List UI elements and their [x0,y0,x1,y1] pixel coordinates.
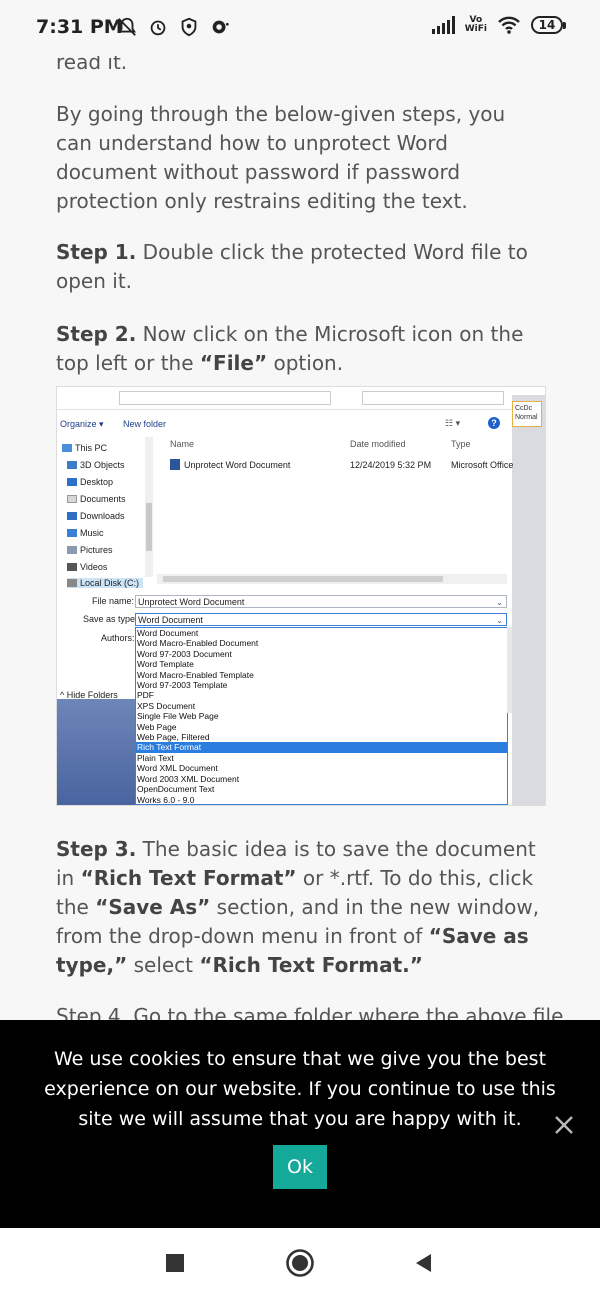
background-word-window: CcDc Normal [512,395,545,805]
music-icon [67,529,77,537]
col-type: Type [451,439,471,449]
cookie-banner: We use cookies to ensure that we give yo… [0,1020,600,1228]
dialog-edge [507,627,512,713]
step-label: Step 3. [56,837,137,861]
cookie-ok-button[interactable]: Ok [273,1145,327,1189]
file-date: 12/24/2019 5:32 PM [350,460,432,470]
dropdown-option: Word Document [137,628,199,638]
vowifi-icon: Vo WiFi [464,15,487,34]
home-button[interactable] [285,1248,315,1278]
file-name: Unprotect Word Document [184,459,291,470]
cube-icon [67,461,77,469]
nav-item: Pictures [80,545,113,555]
file-type: Microsoft Office [451,460,514,470]
background-blue-pane [57,699,135,805]
pictures-icon [67,546,77,554]
dropdown-option: OpenDocument Text [137,784,215,795]
battery-icon: 14 [531,16,566,34]
battery-level: 14 [531,16,563,34]
dropdown-option: Word 97-2003 Template [137,680,228,691]
signal-icon [431,16,455,34]
disk-icon [67,579,77,587]
nav-item: Local Disk (C:) [80,578,140,588]
dialog-address-bar [57,387,512,410]
nav-item: This PC [75,443,108,453]
address-box [119,391,331,405]
dropdown-option: Web Page, Filtered [137,732,210,743]
dropdown-option: Works 6.0 - 9.0 [137,794,195,805]
nav-scrollbar [145,437,153,577]
chat-icon [212,20,229,34]
nav-item: 3D Objects [80,460,125,470]
recents-button[interactable] [160,1248,190,1278]
step-label: Step 1. [56,240,137,264]
step3-paragraph: Step 3. The basic idea is to save the do… [56,837,540,977]
bell-off-icon [117,17,137,36]
dropdown-option: Rich Text Format [136,742,507,753]
col-date: Date modified [350,439,406,449]
dropdown-option: Word 2003 XML Document [137,773,240,784]
computer-icon [62,444,72,452]
desktop-icon [67,478,77,486]
videos-icon [67,563,77,571]
download-icon [67,512,77,520]
system-nav-bar [0,1228,600,1300]
dropdown-option: PDF [137,690,154,701]
dropdown-option: Web Page [137,721,177,732]
documents-icon [67,495,77,503]
dropdown-option: XPS Document [137,700,196,711]
dropdown-option: Word 97-2003 Document [137,648,232,659]
file-row: Unprotect Word Document [170,459,290,470]
nav-item: Desktop [80,477,114,487]
step1-paragraph: Step 1. Double click the protected Word … [56,240,528,293]
save-as-dialog-screenshot: Organize ▾ New folder ☷ ▾ ? CcDc Normal … [56,386,546,806]
hide-folders-button: ^ Hide Folders [60,690,118,700]
file-name-field: Unprotect Word Document ⌄ [135,595,507,608]
alarm-icon [150,20,166,36]
step2-paragraph: Step 2. Now click on the Microsoft icon … [56,322,524,375]
wifi-icon [498,16,520,34]
square-icon [166,1254,184,1272]
back-button[interactable] [408,1248,438,1278]
file-name-label: File name: [92,596,135,606]
cookie-message: We use cookies to ensure that we give yo… [44,1048,556,1130]
dropdown-option: Word Macro-Enabled Template [137,669,254,680]
dropdown-option: Single File Web Page [137,711,219,722]
intro-paragraph: By going through the below-given steps, … [56,102,506,213]
dropdown-option: Word Template [137,659,194,670]
nav-item: Music [80,528,104,538]
dropdown-option: Word XML Document [137,763,218,774]
back-triangle-icon [416,1254,431,1272]
new-folder-button: New folder [123,419,167,429]
shield-icon [181,17,197,37]
navigation-tree: This PC 3D Objects Desktop Documents Dow… [57,439,153,588]
organize-button: Organize ▾ [60,419,104,429]
dialog-toolbar: Organize ▾ New folder ☷ ▾ ? [57,415,512,433]
nav-item: Documents [80,494,126,504]
word-file-icon [170,459,180,470]
close-icon[interactable] [552,1113,576,1137]
col-name: Name [170,439,195,449]
clock: 7:31 PM [36,16,123,38]
help-icon: ? [488,417,500,429]
step-label: Step 2. [56,322,137,346]
search-box [362,391,504,405]
authors-label: Authors: [101,633,135,643]
nav-item: Downloads [80,511,125,521]
nav-item: Videos [80,562,108,572]
dropdown-option: Word Macro-Enabled Document [137,638,259,649]
status-bar: 7:31 PM Vo WiFi 14 [0,0,600,56]
style-chip: CcDc Normal [512,401,542,427]
save-type-dropdown: Word Document Word Macro-Enabled Document… [135,627,508,805]
save-type-label: Save as type: [83,614,138,624]
file-list-scrollbar [157,574,507,584]
home-circle-icon [286,1249,314,1277]
save-type-field: Word Document ⌄ [135,613,507,626]
dropdown-option: Plain Text [137,752,174,763]
view-options-icon: ☷ ▾ [445,418,461,428]
